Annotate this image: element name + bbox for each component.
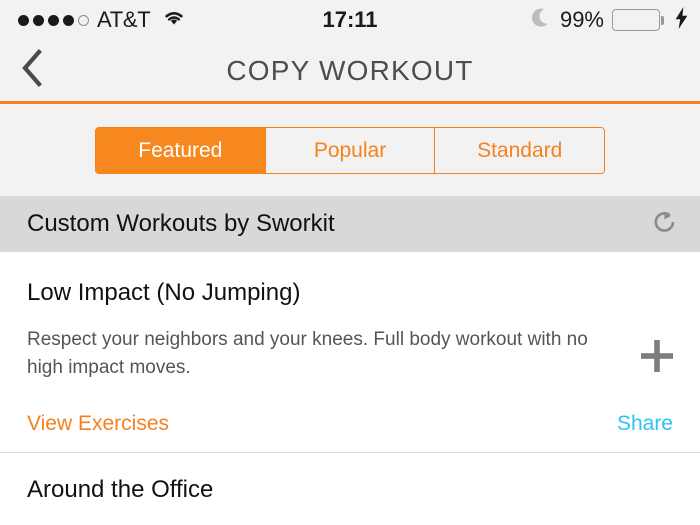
view-exercises-link[interactable]: View Exercises: [27, 412, 169, 436]
moon-icon: [531, 7, 552, 34]
segmented-control-area: Featured Popular Standard: [0, 104, 700, 196]
app-screen: AT&T 17:11 99% COPY WORKOUT Featured Pop…: [0, 0, 700, 525]
share-link[interactable]: Share: [617, 412, 673, 436]
tab-featured[interactable]: Featured: [96, 128, 266, 173]
battery-percent-label: 99%: [559, 7, 604, 32]
section-header-title: Custom Workouts by Sworkit: [27, 210, 335, 237]
workout-list: Low Impact (No Jumping) Respect your nei…: [0, 252, 700, 525]
plus-icon: [637, 336, 677, 381]
status-bar: AT&T 17:11 99%: [0, 0, 700, 40]
segmented-control[interactable]: Featured Popular Standard: [95, 127, 605, 174]
chevron-left-icon: [19, 48, 45, 93]
back-button[interactable]: [4, 40, 60, 101]
add-workout-button[interactable]: [629, 330, 685, 386]
lightning-bolt-icon: [675, 6, 688, 34]
page-title: COPY WORKOUT: [226, 54, 474, 86]
workout-actions: View Exercises Share: [27, 412, 673, 436]
battery-icon: [612, 9, 664, 31]
tab-standard[interactable]: Standard: [435, 128, 604, 173]
refresh-button[interactable]: [648, 207, 682, 241]
status-bar-right: 99%: [531, 6, 688, 34]
refresh-icon: [650, 207, 680, 242]
workout-title: Low Impact (No Jumping): [27, 279, 301, 306]
navigation-bar: COPY WORKOUT: [0, 40, 700, 101]
workout-description: Respect your neighbors and your knees. F…: [27, 329, 588, 378]
section-header: Custom Workouts by Sworkit: [0, 196, 700, 252]
tab-popular[interactable]: Popular: [265, 128, 436, 173]
list-item[interactable]: Low Impact (No Jumping) Respect your nei…: [0, 252, 700, 453]
list-item[interactable]: Around the Office: [0, 453, 700, 525]
workout-title: Around the Office: [27, 476, 214, 503]
